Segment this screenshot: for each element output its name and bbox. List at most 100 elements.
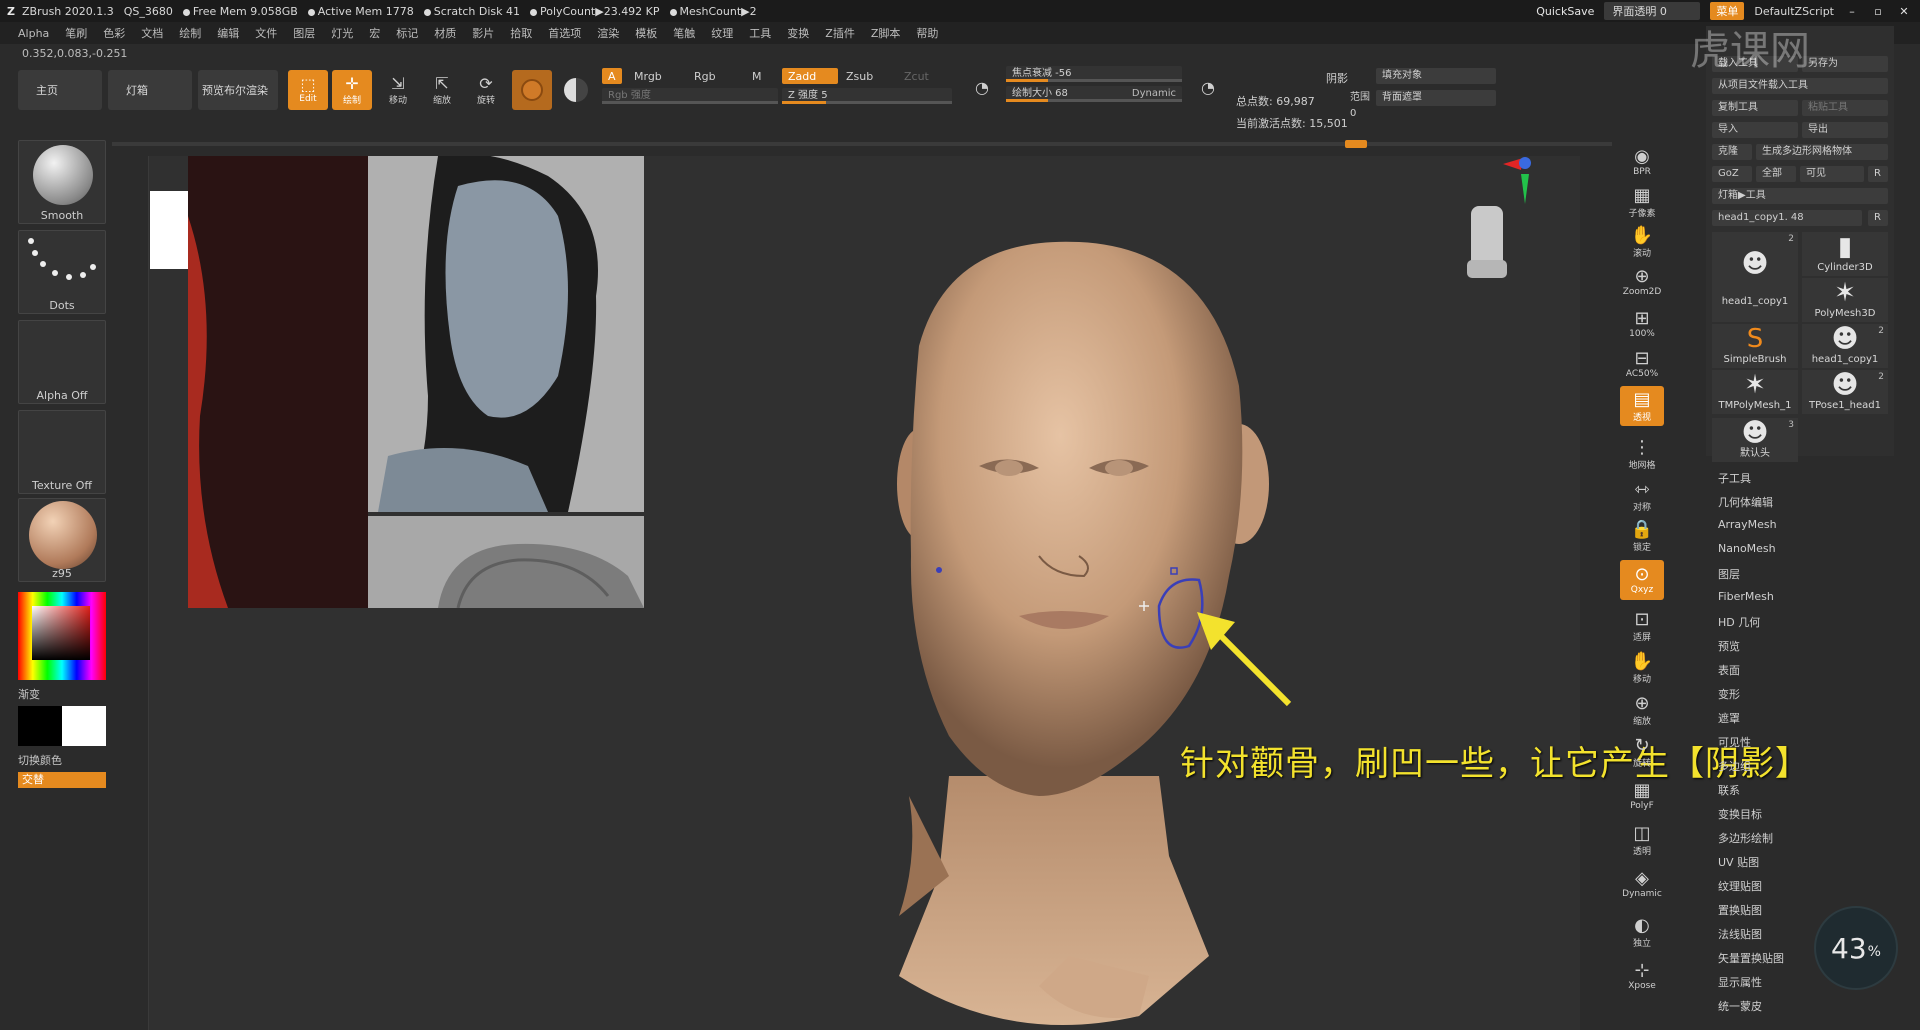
material-sphere-button[interactable] [512,70,552,110]
paste-tool-button[interactable]: 粘贴工具 [1802,100,1888,116]
menu-item[interactable]: 灯光 [331,25,353,41]
rgb-intensity-slider[interactable]: Rgb 强度 [602,88,778,104]
tool-tile[interactable]: 2 ☻ head1_copy1 [1712,232,1798,322]
rgb-toggle[interactable]: Rgb [688,68,722,84]
submenu-item[interactable]: 联系 [1718,782,1740,798]
m-toggle[interactable]: M [746,68,768,84]
z-intensity-slider[interactable]: Z 强度 5 [782,88,952,104]
tool-tile[interactable]: 2 ☻ TPose1_head1 [1802,370,1888,414]
submenu-item[interactable]: 遮罩 [1718,710,1740,726]
make-polymesh-button[interactable]: 生成多边形网格物体 [1756,144,1888,160]
menu-item[interactable]: 模板 [635,25,657,41]
close-icon[interactable]: ✕ [1896,5,1912,18]
tool-tile[interactable]: ✶ TMPolyMesh_1 [1712,370,1798,414]
submenu-item[interactable]: 子工具 [1718,470,1751,486]
submenu-item[interactable]: 几何体编辑 [1718,494,1773,510]
import-button[interactable]: 导入 [1712,122,1798,138]
top-scroll-strip[interactable] [112,140,1612,148]
submenu-item[interactable]: HD 几何 [1718,614,1760,630]
texture-thumbnail[interactable]: Texture Off [18,410,106,494]
rtool-scroll[interactable]: ✋ 滚动 [1620,222,1664,262]
clone-button[interactable]: 克隆 [1712,144,1752,160]
rtool-polyf[interactable]: ▦ PolyF [1620,776,1664,816]
lightbox-button[interactable]: 灯箱 [108,70,192,110]
export-button[interactable]: 导出 [1802,122,1888,138]
menu-item[interactable]: 拾取 [510,25,532,41]
menu-item[interactable]: Z脚本 [871,25,901,41]
menu-item[interactable]: 首选项 [548,25,581,41]
submenu-item[interactable]: 纹理贴图 [1718,878,1762,894]
scale-mode-button[interactable]: ⇱ 缩放 [422,70,462,110]
color-square[interactable] [32,606,90,660]
focal-shift-slider[interactable]: 焦点衰减 -56 [1006,66,1182,82]
rtool-zoom3d[interactable]: ⊕ 缩放 [1620,690,1664,730]
rtool-transp[interactable]: ◫ 透明 [1620,820,1664,860]
save-as-button[interactable]: 另存为 [1802,56,1888,72]
axis-gizmo[interactable] [1467,157,1531,278]
submenu-item[interactable]: 可见性 [1718,734,1751,750]
rtool-lock[interactable]: 🔒 锁定 [1620,516,1664,556]
stroke-type-button[interactable] [556,70,596,110]
goz-r-button[interactable]: R [1868,166,1888,182]
rtool-sym[interactable]: ⇿ 对称 [1620,476,1664,516]
submenu-item[interactable]: 变换目标 [1718,806,1762,822]
rtool-zoom2d[interactable]: ⊕ Zoom2D [1620,262,1664,302]
menu-item[interactable]: 笔刷 [65,25,87,41]
menu-item[interactable]: 工具 [749,25,771,41]
submenu-item[interactable]: 变形 [1718,686,1740,702]
ui-transparency-slider[interactable]: 界面透明 0 [1604,2,1701,20]
rtool-bpr[interactable]: ◉ BPR [1620,142,1664,182]
submenu-item[interactable]: 矢量置换贴图 [1718,950,1784,966]
rtool-half[interactable]: ⊟ AC50% [1620,344,1664,384]
goz-button[interactable]: GoZ [1712,166,1752,182]
menu-item[interactable]: 标记 [396,25,418,41]
zcut-toggle[interactable]: Zcut [898,68,935,84]
maximize-icon[interactable]: ▫ [1870,5,1886,18]
lightbox-tools-button[interactable]: 灯箱▶工具 [1712,188,1888,204]
menu-item[interactable]: 文件 [255,25,277,41]
edit-mode-button[interactable]: ⬚ Edit [288,70,328,110]
submenu-item[interactable]: 多边组 [1718,758,1751,774]
alternate-button[interactable]: 交替 [18,772,106,788]
color-picker[interactable] [18,592,106,680]
submenu-item[interactable]: NanoMesh [1718,542,1776,555]
submenu-item[interactable]: 表面 [1718,662,1740,678]
stroke-thumbnail[interactable]: Dots [18,230,106,314]
menu-item[interactable]: Z插件 [825,25,855,41]
submenu-item[interactable]: 统一蒙皮 [1718,998,1762,1014]
rtool-subpixel[interactable]: ▦ 子像素 [1620,182,1664,222]
submenu-item[interactable]: 法线贴图 [1718,926,1762,942]
rtool-local[interactable]: ⋮ 地网格 [1620,434,1664,474]
default-zscript[interactable]: DefaultZScript [1754,5,1834,18]
zsub-toggle[interactable]: Zsub [840,68,879,84]
rtool-xpose[interactable]: ⊹ Xpose [1620,956,1664,996]
menu-item[interactable]: 图层 [293,25,315,41]
current-tool-slider[interactable]: head1_copy1. 48 [1712,210,1862,226]
submenu-item[interactable]: 置换贴图 [1718,902,1762,918]
submenu-item[interactable]: ArrayMesh [1718,518,1777,531]
tool-tile[interactable]: ✶ PolyMesh3D [1802,278,1888,322]
submenu-item[interactable]: 显示属性 [1718,974,1762,990]
submenu-item[interactable]: 预览 [1718,638,1740,654]
menu-item[interactable]: 材质 [434,25,456,41]
rtool-rotate-tool[interactable]: ↻ 旋转 [1620,732,1664,772]
menu-item[interactable]: 帮助 [916,25,938,41]
menu-item[interactable]: 文档 [141,25,163,41]
rtool-move-tool[interactable]: ✋ 移动 [1620,648,1664,688]
menu-item[interactable]: 影片 [472,25,494,41]
copy-tool-button[interactable]: 复制工具 [1712,100,1798,116]
load-from-project-button[interactable]: 从项目文件载入工具 [1712,78,1888,94]
draw-size-dial[interactable]: ◔ [1188,68,1228,108]
rtool-xyz[interactable]: ⊙ Qxyz [1620,560,1664,600]
goz-all-button[interactable]: 全部 [1756,166,1796,182]
minimize-icon[interactable]: – [1844,5,1860,18]
current-tool-r-button[interactable]: R [1868,210,1888,226]
tool-tile[interactable]: S SimpleBrush [1712,324,1798,368]
menu-item[interactable]: 纹理 [711,25,733,41]
move-mode-button[interactable]: ⇲ 移动 [378,70,418,110]
submenu-item[interactable]: 多边形绘制 [1718,830,1773,846]
home-button[interactable]: 主页 [18,70,102,110]
alpha-thumbnail[interactable]: Alpha Off [18,320,106,404]
material-thumbnail[interactable]: z95 [18,498,106,582]
submenu-item[interactable]: FiberMesh [1718,590,1774,603]
